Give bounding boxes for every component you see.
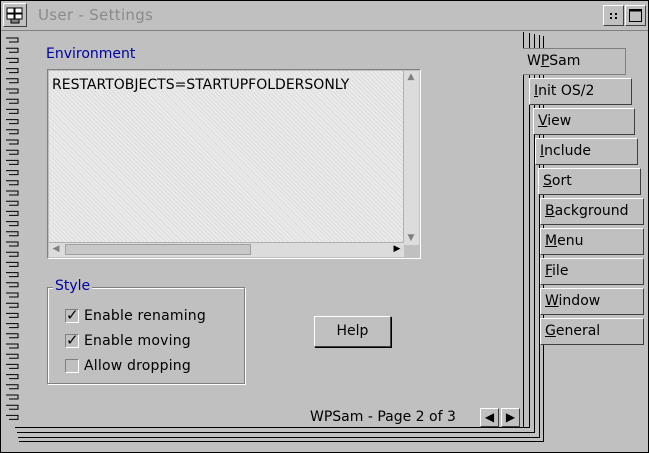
enable-moving-checkbox[interactable]: ✓ Enable moving [65,331,191,351]
tab-label-part: eneral [555,323,601,339]
tab-mnemonic: F [545,263,553,279]
tab-file[interactable]: File [540,258,644,285]
tab-mnemonic: S [543,173,552,189]
environment-field[interactable]: RESTARTOBJECTS=STARTUPFOLDERSONLY ▲ ▼ ◀ … [47,69,421,259]
checkbox-box[interactable] [65,359,79,373]
checkbox-box[interactable]: ✓ [65,306,79,324]
tab-mnemonic: W [545,293,559,309]
tab-background[interactable]: Background [540,198,644,225]
help-button[interactable]: Help [314,316,391,347]
tab-menu[interactable]: Menu [540,228,644,255]
arrow-right-icon[interactable]: ▶ [501,408,520,427]
environment-horizontal-scrollbar[interactable]: ◀ ▶ [49,242,404,257]
scroll-up-icon[interactable]: ▲ [404,71,418,84]
scroll-right-icon[interactable]: ▶ [390,243,404,256]
tab-label-part: indow [558,293,601,309]
tab-label-part: Sam [549,53,581,69]
checkbox-box[interactable]: ✓ [65,331,79,349]
restore-icon[interactable] [603,5,624,26]
checkmark-icon: ✓ [66,306,79,324]
tab-label-part: enu [557,233,584,249]
tab-label-part: nit OS/2 [538,83,595,99]
checkbox-label: Enable renaming [84,308,206,324]
tab-mnemonic: G [545,323,556,339]
tab-mnemonic: M [545,233,558,249]
enable-renaming-checkbox[interactable]: ✓ Enable renaming [65,306,206,326]
allow-dropping-checkbox[interactable]: Allow dropping [65,356,191,376]
tab-init-os-2[interactable]: Init OS/2 [529,78,632,105]
scroll-left-icon[interactable]: ◀ [49,243,63,256]
environment-vertical-scrollbar[interactable]: ▲ ▼ [403,71,419,245]
checkbox-label: Allow dropping [84,358,191,374]
title-bar[interactable]: User - Settings [1,1,648,31]
scroll-down-icon[interactable]: ▼ [404,232,418,245]
settings-window: User - Settings WPSam Init OS/2 View Includ… [0,0,649,453]
environment-value[interactable]: RESTARTOBJECTS=STARTUPFOLDERSONLY [52,77,349,93]
notebook-spiral-binding [5,35,25,425]
tab-include[interactable]: Include [535,138,638,165]
checkmark-icon: ✓ [66,331,79,349]
page-indicator: WPSam - Page 2 of 3 [310,409,456,425]
maximize-icon[interactable] [625,5,646,26]
window-title: User - Settings [38,6,154,24]
arrow-left-icon[interactable]: ◀ [480,408,499,427]
tab-label-part: iew [547,113,572,129]
environment-label: Environment [46,46,136,62]
tab-label-part: W [527,53,541,69]
environment-text-area[interactable]: RESTARTOBJECTS=STARTUPFOLDERSONLY [49,71,404,245]
horizontal-scroll-thumb[interactable] [65,244,251,255]
tab-mnemonic: B [545,203,555,219]
tab-label-part: ort [551,173,572,189]
style-group-label: Style [53,278,93,294]
tab-wpsam[interactable]: WPSam [523,48,626,75]
checkbox-label: Enable moving [84,333,191,349]
tab-label-part: ile [552,263,569,279]
tab-mnemonic: V [538,113,548,129]
tab-window[interactable]: Window [540,288,644,315]
tab-general[interactable]: General [540,318,644,345]
tab-view[interactable]: View [533,108,635,135]
tab-label-part: ackground [554,203,629,219]
system-menu-icon[interactable] [3,3,27,27]
tab-label-part: nclude [544,143,591,159]
tab-sort[interactable]: Sort [538,168,641,195]
